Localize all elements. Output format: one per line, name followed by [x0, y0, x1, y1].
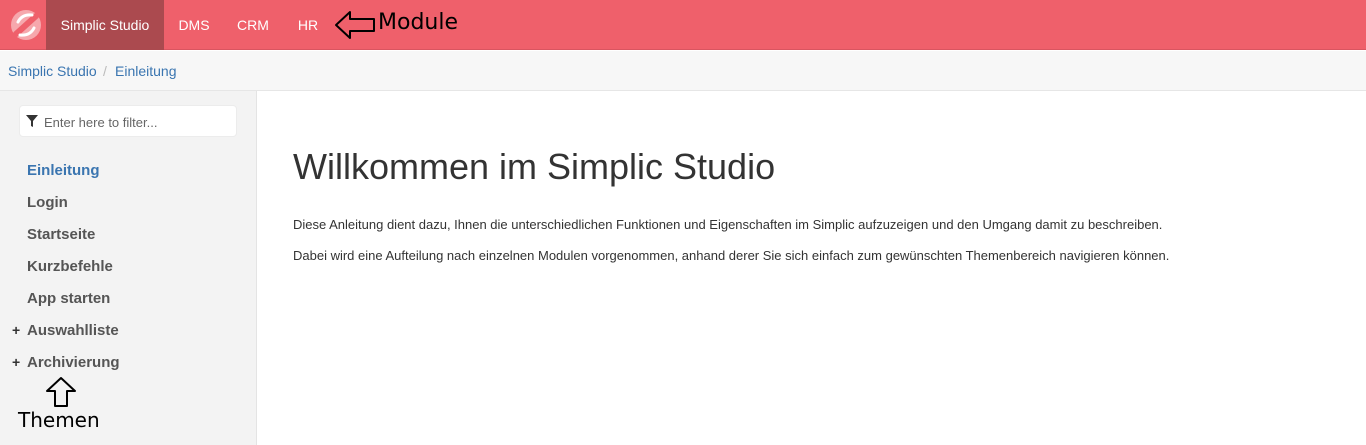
- nav-tab-crm[interactable]: CRM: [233, 0, 273, 50]
- main-content: Willkommen im Simplic Studio Diese Anlei…: [293, 145, 1343, 266]
- breadcrumb-separator: /: [103, 63, 107, 79]
- sidebar-item-label: Kurzbefehle: [27, 258, 113, 275]
- expand-plus-icon[interactable]: +: [12, 354, 20, 370]
- filter-input[interactable]: [44, 111, 232, 133]
- themen-annotation: Themen: [18, 376, 108, 436]
- funnel-icon: [26, 115, 38, 127]
- nav-tab-dms[interactable]: DMS: [172, 0, 216, 50]
- expand-plus-icon[interactable]: +: [12, 322, 20, 338]
- breadcrumb-einleitung[interactable]: Einleitung: [115, 51, 177, 91]
- arrow-up-icon: [46, 377, 76, 407]
- themen-annotation-label: Themen: [18, 408, 100, 432]
- intro-paragraph: Diese Anleitung dient dazu, Ihnen die un…: [293, 217, 1163, 232]
- sidebar-item-label: Startseite: [27, 226, 96, 243]
- modules-paragraph: Dabei wird eine Aufteilung nach einzelne…: [293, 248, 1170, 263]
- filter-box[interactable]: [19, 105, 237, 137]
- sidebar-item-label: Einleitung: [27, 162, 100, 179]
- page-title: Willkommen im Simplic Studio: [293, 146, 776, 187]
- top-navbar: Simplic Studio DMS CRM HR Module: [0, 0, 1366, 50]
- simplic-logo-icon[interactable]: [8, 6, 44, 44]
- module-annotation-label: Module: [378, 10, 458, 35]
- sidebar-item-label: Auswahlliste: [27, 322, 119, 339]
- breadcrumb-simplic-studio[interactable]: Simplic Studio: [8, 51, 97, 91]
- nav-tab-simplic-studio[interactable]: Simplic Studio: [46, 0, 164, 50]
- breadcrumb: Simplic Studio / Einleitung: [0, 51, 1366, 91]
- sidebar-item-label: App starten: [27, 290, 111, 307]
- sidebar-item-label: Login: [27, 194, 68, 211]
- sidebar-item-label: Archivierung: [27, 354, 120, 371]
- arrow-left-icon: [335, 11, 375, 39]
- nav-tab-hr[interactable]: HR: [292, 0, 324, 50]
